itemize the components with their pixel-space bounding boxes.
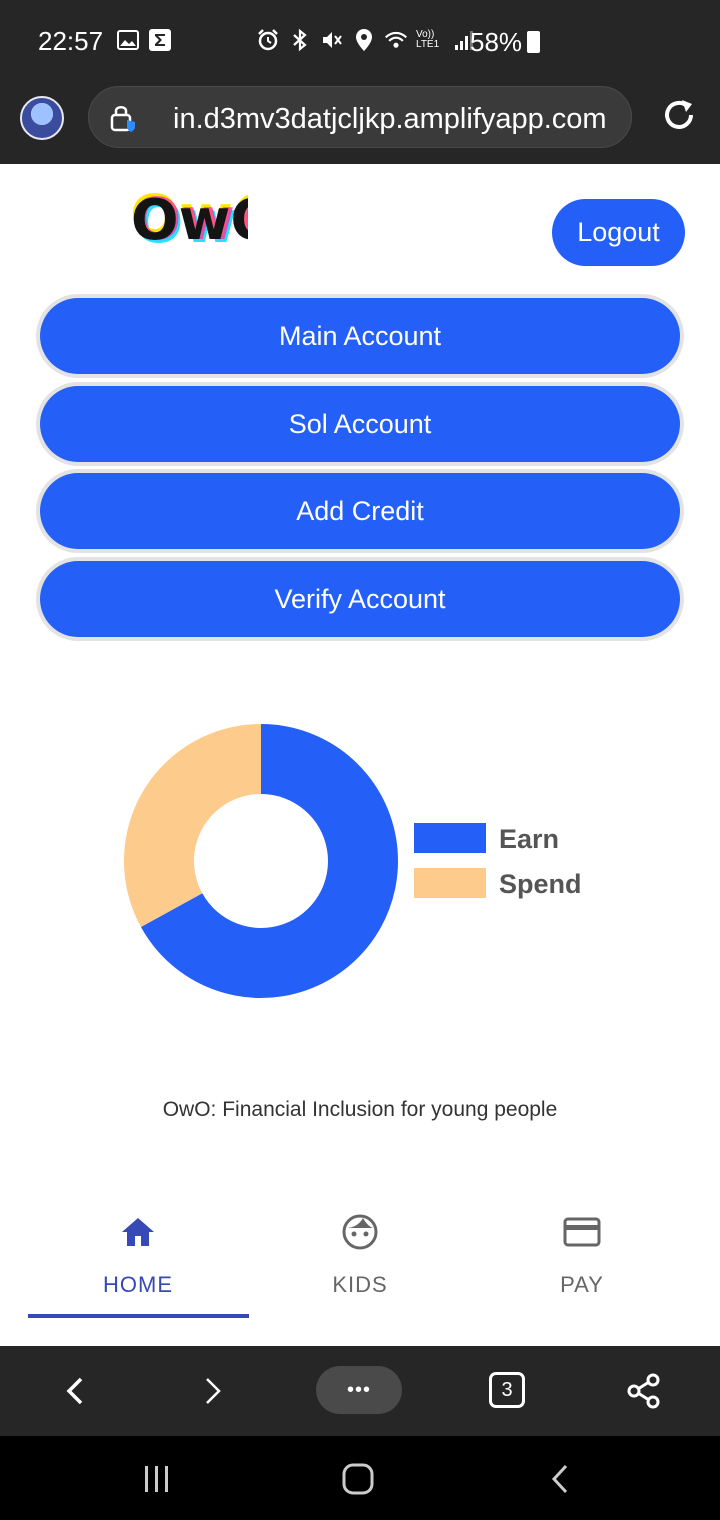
- tab-pay-label: PAY: [560, 1272, 604, 1297]
- home-icon: [116, 1210, 160, 1254]
- alarm-icon: [256, 28, 280, 52]
- active-tab-indicator: [28, 1314, 249, 1318]
- logout-button[interactable]: Logout: [552, 199, 685, 266]
- tagline: OwO: Financial Inclusion for young peopl…: [162, 1098, 558, 1121]
- main-account-button[interactable]: Main Account: [40, 298, 680, 374]
- sigma-icon: [148, 28, 172, 52]
- mute-icon: [320, 28, 344, 52]
- url-field[interactable]: in.d3mv3datjcljkp.amplifyapp.com: [88, 86, 632, 148]
- verify-account-button[interactable]: Verify Account: [40, 561, 680, 637]
- forward-icon[interactable]: [188, 1366, 238, 1416]
- status-right-icons: Vo)) LTE1: [256, 28, 476, 52]
- legend-swatch-spend[interactable]: [414, 868, 486, 898]
- slice-spend[interactable]: [123, 724, 261, 928]
- battery-percent: 58%: [470, 27, 523, 57]
- share-icon[interactable]: [619, 1366, 669, 1416]
- legend-label-earn[interactable]: Earn: [499, 824, 559, 854]
- url-text: in.d3mv3datjcljkp.amplifyapp.com: [173, 103, 607, 135]
- tab-pay[interactable]: PAY: [472, 1186, 692, 1318]
- verify-account-button-wrap: Verify Account: [36, 557, 684, 641]
- owo-logo: OwO OwO OwO OwO: [128, 176, 286, 256]
- tabs-count-button[interactable]: 3: [489, 1372, 525, 1408]
- credit-card-icon: [560, 1210, 604, 1254]
- status-bar: 22:57 Vo)) LTE1 58%: [0, 0, 720, 72]
- reload-icon[interactable]: [660, 96, 698, 134]
- add-credit-button[interactable]: Add Credit: [40, 473, 680, 549]
- earn-spend-doughnut-chart: Earn Spend: [123, 724, 582, 998]
- tab-home[interactable]: HOME: [28, 1186, 248, 1318]
- legend-swatch-earn[interactable]: [414, 823, 486, 853]
- browser-toolbar: ••• 3: [0, 1346, 720, 1436]
- location-icon: [352, 28, 376, 52]
- tab-kids-label: KIDS: [332, 1272, 388, 1297]
- bluetooth-icon: [288, 28, 312, 52]
- gallery-icon: [116, 28, 140, 52]
- add-credit-button-wrap: Add Credit: [36, 469, 684, 553]
- tab-home-label: HOME: [103, 1272, 173, 1297]
- back-icon[interactable]: [50, 1366, 100, 1416]
- face-icon: [338, 1210, 382, 1254]
- back-nav-icon[interactable]: [535, 1456, 585, 1502]
- browser-address-bar: in.d3mv3datjcljkp.amplifyapp.com: [0, 72, 720, 164]
- system-nav-bar: [0, 1436, 720, 1520]
- main-account-button-wrap: Main Account: [36, 294, 684, 378]
- tab-kids[interactable]: KIDS: [250, 1186, 470, 1318]
- legend-label-spend[interactable]: Spend: [499, 869, 582, 899]
- recent-apps-icon[interactable]: [132, 1456, 182, 1502]
- more-menu-button[interactable]: •••: [316, 1366, 402, 1414]
- battery-icon: [527, 31, 540, 53]
- sol-account-button-wrap: Sol Account: [36, 382, 684, 466]
- profile-avatar[interactable]: [20, 96, 64, 140]
- svg-text:OwO: OwO: [131, 188, 248, 250]
- bottom-tab-bar: HOME KIDS PAY: [0, 1186, 720, 1346]
- network-label: Vo)) LTE1: [416, 29, 440, 50]
- sol-account-button[interactable]: Sol Account: [40, 386, 680, 462]
- wifi-icon: [384, 28, 408, 52]
- status-left-icons: [116, 28, 172, 52]
- home-nav-icon[interactable]: [333, 1456, 383, 1502]
- lock-icon[interactable]: [109, 103, 137, 133]
- status-time: 22:57: [38, 26, 104, 56]
